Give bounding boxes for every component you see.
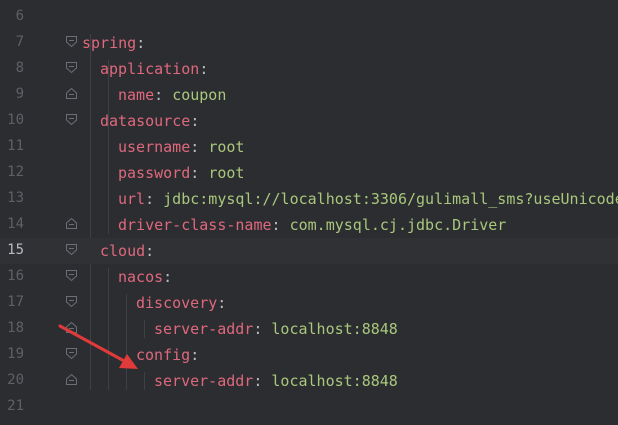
code-text: server-addr: localhost:8848 xyxy=(154,320,398,338)
code-line[interactable]: 13 url: jdbc:mysql://localhost:3306/gulim… xyxy=(0,186,618,212)
yaml-colon: : xyxy=(136,34,146,52)
yaml-key: spring xyxy=(82,34,137,52)
yaml-key: server-addr xyxy=(154,372,254,390)
fold-end-icon[interactable] xyxy=(66,88,77,99)
yaml-value: root xyxy=(208,164,245,182)
line-number: 12 xyxy=(7,164,24,180)
code-line[interactable]: 20 server-addr: localhost:8848 xyxy=(0,368,618,394)
line-number: 9 xyxy=(15,86,24,102)
yaml-colon: : xyxy=(253,372,263,390)
yaml-value: com.mysql.cj.jdbc.Driver xyxy=(289,216,507,234)
line-number: 18 xyxy=(7,320,24,336)
yaml-colon: : xyxy=(190,138,200,156)
yaml-key: name xyxy=(118,86,155,104)
yaml-colon: : xyxy=(190,112,200,130)
fold-end-icon[interactable] xyxy=(66,218,77,229)
fold-end-icon[interactable] xyxy=(66,374,77,385)
yaml-value: root xyxy=(208,138,245,156)
yaml-key: cloud xyxy=(100,242,146,260)
line-number: 10 xyxy=(7,112,24,128)
fold-open-icon[interactable] xyxy=(66,36,77,47)
code-text: datasource: xyxy=(100,112,199,130)
yaml-key: application xyxy=(100,60,200,78)
line-number: 21 xyxy=(7,398,24,414)
fold-end-icon[interactable] xyxy=(66,322,77,333)
code-text: name: coupon xyxy=(118,86,226,104)
code-text: discovery: xyxy=(136,294,226,312)
yaml-colon: : xyxy=(145,242,155,260)
yaml-value: jdbc:mysql://localhost:3306/gulimall_sms… xyxy=(163,190,618,208)
code-text: nacos: xyxy=(118,268,172,286)
yaml-key: url xyxy=(118,190,146,208)
code-line[interactable]: 21 xyxy=(0,394,618,420)
line-number: 17 xyxy=(7,294,24,310)
code-line[interactable]: 8 application: xyxy=(0,56,618,82)
yaml-key: server-addr xyxy=(154,320,254,338)
line-number: 16 xyxy=(7,268,24,284)
line-number: 7 xyxy=(15,34,24,50)
yaml-colon: : xyxy=(271,216,281,234)
code-line[interactable]: 7 spring: xyxy=(0,30,618,56)
yaml-colon: : xyxy=(154,86,164,104)
code-line[interactable]: 14 driver-class-name: com.mysql.cj.jdbc.D… xyxy=(0,212,618,238)
code-text: username: root xyxy=(118,138,244,156)
code-text: cloud: xyxy=(100,242,154,260)
code-line[interactable]: 18 server-addr: localhost:8848 xyxy=(0,316,618,342)
code-text: server-addr: localhost:8848 xyxy=(154,372,398,390)
yaml-key: username xyxy=(118,138,191,156)
code-line[interactable]: 15 cloud: xyxy=(0,238,618,264)
code-line[interactable]: 6 xyxy=(0,4,618,30)
code-line[interactable]: 10 datasource: xyxy=(0,108,618,134)
fold-open-icon[interactable] xyxy=(66,296,77,307)
code-line[interactable]: 17 discovery: xyxy=(0,290,618,316)
line-number: 11 xyxy=(7,138,24,154)
yaml-colon: : xyxy=(199,60,209,78)
line-number: 14 xyxy=(7,216,24,232)
code-text: spring: xyxy=(82,34,145,52)
code-line[interactable]: 9 name: coupon xyxy=(0,82,618,108)
line-number: 13 xyxy=(7,190,24,206)
yaml-value: localhost:8848 xyxy=(271,320,398,338)
yaml-key: discovery xyxy=(136,294,218,312)
code-line[interactable]: 16 nacos: xyxy=(0,264,618,290)
line-number: 8 xyxy=(15,60,24,76)
code-line[interactable]: 11 username: root xyxy=(0,134,618,160)
yaml-key: password xyxy=(118,164,191,182)
yaml-key: config xyxy=(136,346,191,364)
code-text: url: jdbc:mysql://localhost:3306/gulimal… xyxy=(118,190,618,208)
yaml-key: nacos xyxy=(118,268,164,286)
yaml-colon: : xyxy=(145,190,155,208)
code-editor[interactable]: 6 7 spring: 8 application: 9 name: coupon 10 dat… xyxy=(0,0,618,425)
code-text: password: root xyxy=(118,164,244,182)
yaml-colon: : xyxy=(163,268,173,286)
code-line[interactable]: 19 config: xyxy=(0,342,618,368)
code-text: application: xyxy=(100,60,208,78)
fold-open-icon[interactable] xyxy=(66,270,77,281)
fold-open-icon[interactable] xyxy=(66,114,77,125)
line-number: 6 xyxy=(15,8,24,24)
fold-open-icon[interactable] xyxy=(66,244,77,255)
yaml-value: coupon xyxy=(172,86,227,104)
yaml-value: localhost:8848 xyxy=(271,372,398,390)
yaml-key: datasource xyxy=(100,112,191,130)
fold-open-icon[interactable] xyxy=(66,348,77,359)
line-number: 20 xyxy=(7,372,24,388)
yaml-colon: : xyxy=(190,164,200,182)
yaml-colon: : xyxy=(253,320,263,338)
code-text: config: xyxy=(136,346,199,364)
line-number: 15 xyxy=(7,242,24,258)
line-number: 19 xyxy=(7,346,24,362)
yaml-colon: : xyxy=(190,346,200,364)
fold-open-icon[interactable] xyxy=(66,62,77,73)
yaml-colon: : xyxy=(217,294,227,312)
yaml-key: driver-class-name xyxy=(118,216,272,234)
code-text: driver-class-name: com.mysql.cj.jdbc.Dri… xyxy=(118,216,506,234)
code-line[interactable]: 12 password: root xyxy=(0,160,618,186)
